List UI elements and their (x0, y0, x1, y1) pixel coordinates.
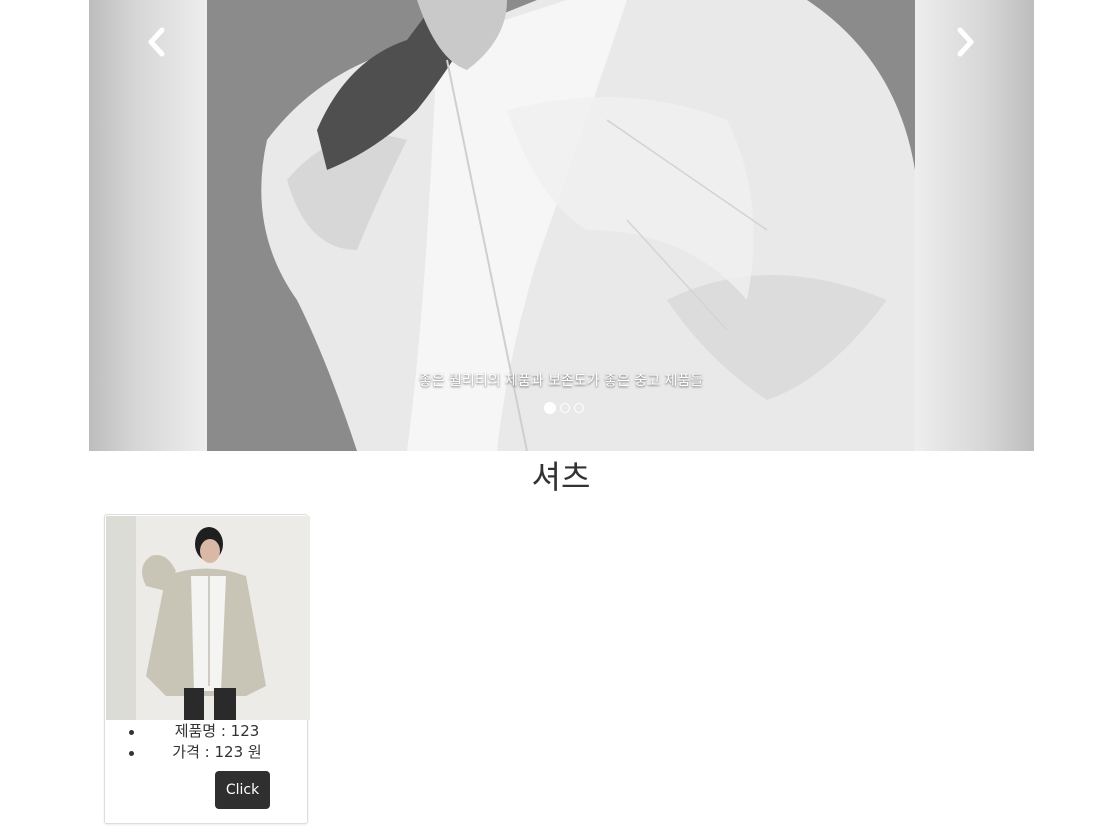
carousel-edge-left (89, 0, 207, 451)
carousel-prev-button[interactable] (137, 22, 177, 62)
product-click-button[interactable]: Click (215, 771, 270, 809)
carousel-caption: 좋은 퀄리티의 제품과 보존도가 좋은 중고 제품들 (418, 373, 704, 389)
chevron-left-icon (148, 27, 165, 57)
image-carousel: 좋은 퀄리티의 제품과 보존도가 좋은 중고 제품들 (89, 0, 1034, 451)
carousel-next-button[interactable] (945, 22, 985, 62)
product-image (106, 516, 310, 720)
product-price: 가격 : 123 원 (105, 742, 309, 763)
product-name: 제품명 : 123 (105, 721, 309, 742)
product-card: 제품명 : 123 가격 : 123 원 Click (104, 514, 310, 824)
chevron-right-icon (957, 27, 974, 57)
carousel-indicator-1[interactable] (543, 402, 556, 414)
product-info-list: 제품명 : 123 가격 : 123 원 (105, 721, 309, 763)
carousel-indicator-2[interactable] (559, 403, 570, 413)
carousel-edge-right (915, 0, 1034, 451)
carousel-indicator-3[interactable] (573, 403, 584, 413)
carousel-indicators (89, 402, 1034, 414)
category-title: 셔츠 (531, 458, 591, 496)
